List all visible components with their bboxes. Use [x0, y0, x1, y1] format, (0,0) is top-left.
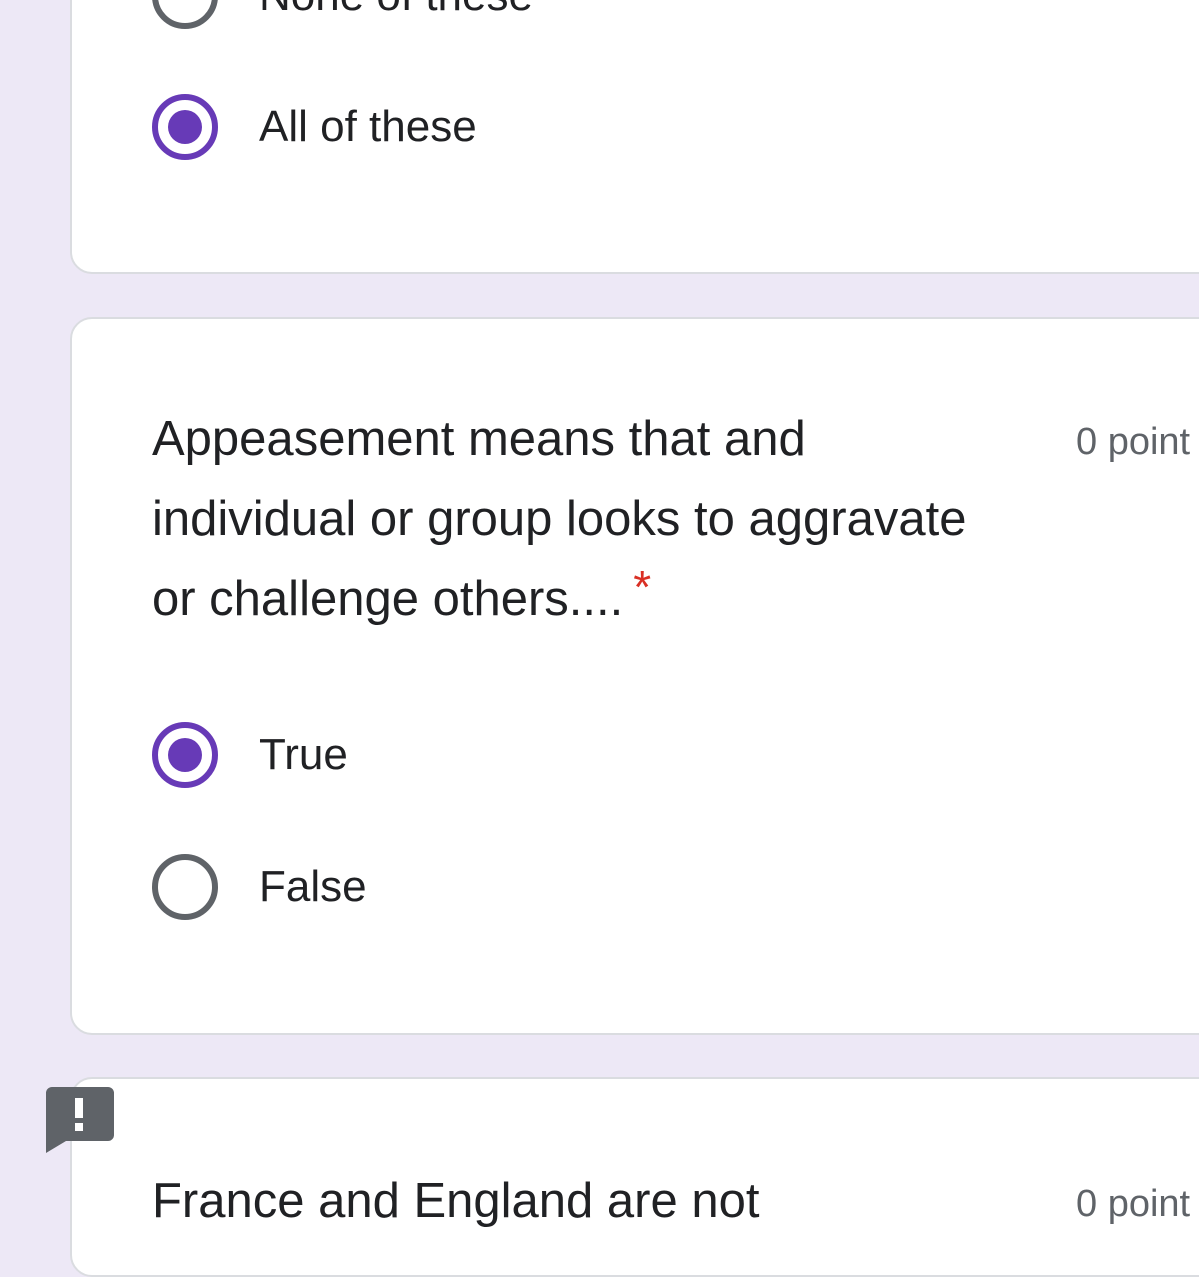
question-title: Appeasement means that and individual or… [152, 399, 972, 639]
required-asterisk: * [633, 561, 652, 613]
option-label: True [259, 730, 348, 779]
radio-unselected[interactable] [152, 0, 218, 29]
radio-selected[interactable] [152, 94, 218, 160]
option-true[interactable]: True [152, 721, 348, 789]
option-label: All of these [259, 102, 477, 151]
option-label: None of these [259, 0, 533, 18]
question-text: France and England are not [152, 1174, 760, 1228]
question-text: Appeasement means that and individual or… [152, 412, 967, 626]
report-problem-button[interactable] [46, 1087, 114, 1155]
option-none-of-these[interactable]: None of these [152, 0, 533, 30]
points-label: 0 point [1076, 1183, 1191, 1225]
question-title: France and England are not [152, 1161, 972, 1241]
question-card-2: Appeasement means that and individual or… [70, 317, 1199, 1035]
report-problem-icon [46, 1087, 114, 1153]
radio-unselected[interactable] [152, 854, 218, 920]
option-all-of-these[interactable]: All of these [152, 93, 477, 161]
option-false[interactable]: False [152, 853, 367, 921]
option-label: False [259, 862, 367, 911]
question-card-1: None of these All of these [70, 0, 1199, 274]
radio-selected[interactable] [152, 722, 218, 788]
radio-dot [168, 110, 202, 144]
question-card-3: France and England are not 0 point [70, 1077, 1199, 1277]
points-label: 0 point [1076, 421, 1191, 463]
radio-dot [168, 738, 202, 772]
